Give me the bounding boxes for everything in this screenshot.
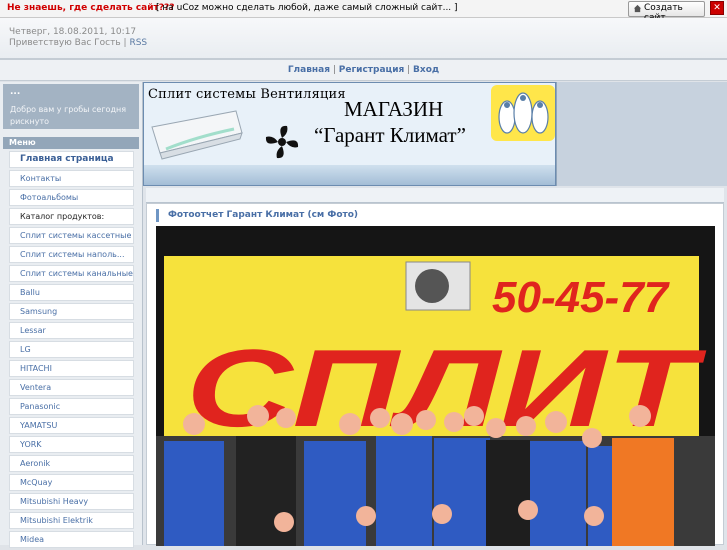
sidebar-item-duct[interactable]: Сплит системы канальные bbox=[9, 265, 134, 282]
sidebar-item-floor[interactable]: Сплит системы наполь... bbox=[9, 246, 134, 263]
sidebar-item-cassette[interactable]: Сплит системы кассетные bbox=[9, 227, 134, 244]
post-container: Фотоотчет Гарант Климат (см Фото) 50-45-… bbox=[146, 203, 724, 546]
promo-link[interactable]: Не знаешь, где сделать сайт??? bbox=[7, 3, 174, 13]
sidebar-item-mitsubishi-heavy[interactable]: Mitsubishi Heavy bbox=[9, 493, 134, 510]
nav-login-link[interactable]: Вход bbox=[413, 65, 439, 75]
nav-home-link[interactable]: Главная bbox=[288, 65, 330, 75]
sidebar-item-york[interactable]: YORK bbox=[9, 436, 134, 453]
sidebar-item-yamatsu[interactable]: YAMATSU bbox=[9, 417, 134, 434]
sidebar-catalog-heading: Каталог продуктов: bbox=[9, 208, 134, 225]
ucoz-top-bar: Не знаешь, где сделать сайт??? [ на uCoz… bbox=[0, 0, 727, 23]
sidebar-item-albums[interactable]: Фотоальбомы bbox=[9, 189, 134, 206]
greeting-text: Приветствую Вас Гость bbox=[9, 38, 121, 48]
rss-link[interactable]: RSS bbox=[129, 38, 147, 48]
sidebar-item-samsung[interactable]: Samsung bbox=[9, 303, 134, 320]
sidebar-item-contacts[interactable]: Контакты bbox=[9, 170, 134, 187]
team-photo-drawing: 50-45-77 СПЛИТ bbox=[156, 226, 715, 546]
welcome-text: Добро вам у гробы сегодня рискнуто bbox=[10, 105, 127, 126]
home-icon bbox=[633, 4, 642, 13]
nav-register-link[interactable]: Регистрация bbox=[339, 65, 405, 75]
sidebar-item-aeronik[interactable]: Aeronik bbox=[9, 455, 134, 472]
sidebar-menu: Главная страница Контакты Фотоальбомы Ка… bbox=[3, 151, 139, 550]
menu-title: Меню bbox=[3, 137, 139, 149]
team-photo: 50-45-77 СПЛИТ bbox=[156, 226, 715, 546]
top-navigation: Главная | Регистрация | Вход bbox=[0, 60, 727, 81]
banner-brand-name: “Гарант Климат” bbox=[314, 123, 466, 147]
main-area: Сплит системы Вентиляция МАГАЗИН “Гарант… bbox=[143, 82, 727, 546]
site-banner: Сплит системы Вентиляция МАГАЗИН “Гарант… bbox=[143, 82, 556, 186]
sidebar-item-home[interactable]: Главная страница bbox=[9, 151, 134, 168]
banner-right-panel bbox=[556, 82, 727, 186]
fan-icon bbox=[265, 125, 299, 159]
site-header: Четверг, 18.08.2011, 10:17 Приветствую В… bbox=[0, 18, 727, 60]
sidebar-item-mitsubishi-elektrik[interactable]: Mitsubishi Elektrik bbox=[9, 512, 134, 529]
greeting-line: Приветствую Вас Гость | RSS bbox=[9, 38, 148, 48]
sidebar-item-hitachi[interactable]: HITACHI bbox=[9, 360, 134, 377]
sidebar-item-midea[interactable]: Midea bbox=[9, 531, 134, 548]
photo-phone-text: 50-45-77 bbox=[492, 273, 671, 322]
current-date: Четверг, 18.08.2011, 10:17 bbox=[9, 27, 137, 37]
air-conditioner-icon bbox=[151, 110, 243, 160]
sidebar-item-ventera[interactable]: Ventera bbox=[9, 379, 134, 396]
create-site-button[interactable]: Создать сайт bbox=[628, 1, 705, 23]
sidebar-item-lg[interactable]: LG bbox=[9, 341, 134, 358]
sidebar-item-panasonic[interactable]: Panasonic bbox=[9, 398, 134, 415]
content-top-bar bbox=[146, 188, 724, 203]
sidebar-item-lessar[interactable]: Lessar bbox=[9, 322, 134, 339]
left-sidebar: ... Добро вам у гробы сегодня рискнуто М… bbox=[0, 82, 143, 548]
banner-categories: Сплит системы Вентиляция bbox=[148, 87, 346, 102]
sidebar-item-mcquay[interactable]: McQuay bbox=[9, 474, 134, 491]
welcome-block: ... Добро вам у гробы сегодня рискнуто bbox=[3, 84, 139, 129]
banner-strip bbox=[144, 165, 555, 185]
ucoz-teaser-link[interactable]: [ на uCoz можно сделать любой, даже самы… bbox=[156, 3, 458, 13]
sidebar-item-ballu[interactable]: Ballu bbox=[9, 284, 134, 301]
close-icon[interactable]: ✕ bbox=[710, 1, 724, 15]
banner-shop-text: МАГАЗИН bbox=[344, 97, 444, 121]
post-title[interactable]: Фотоотчет Гарант Климат (см Фото) bbox=[156, 209, 358, 222]
welcome-title: ... bbox=[10, 87, 21, 97]
photo-sign-text: СПЛИТ bbox=[186, 327, 706, 450]
penguins-logo bbox=[491, 85, 555, 141]
